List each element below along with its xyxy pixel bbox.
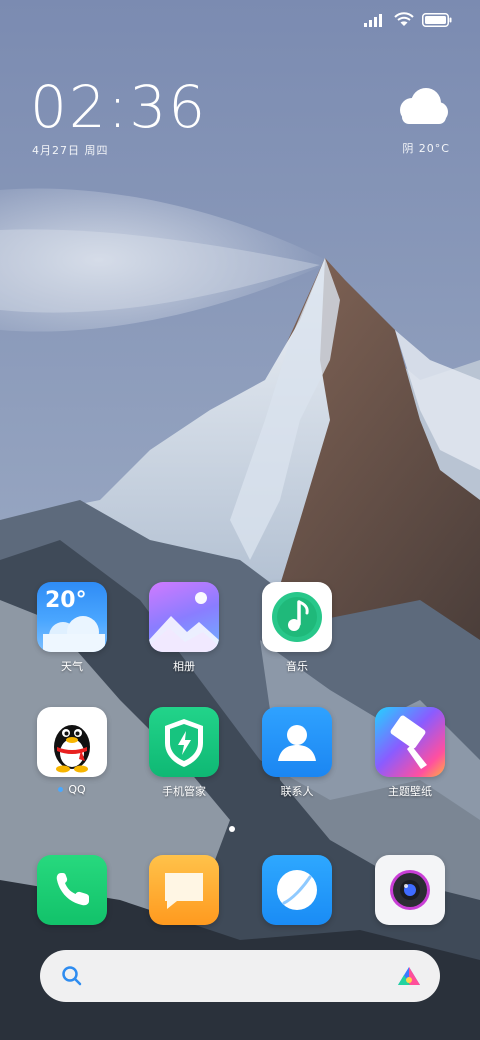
clock-date: 4月27日 周四 xyxy=(32,144,109,157)
clock-time[interactable]: 02:36 xyxy=(30,78,207,136)
status-bar xyxy=(364,10,452,32)
contacts-app[interactable]: 联系人 xyxy=(257,707,337,799)
qq-app-label: QQ xyxy=(68,783,86,796)
weather-app-label: 天气 xyxy=(61,660,83,673)
camera-app-icon xyxy=(375,855,445,925)
music-app-label: 音乐 xyxy=(286,660,308,673)
cloud-icon xyxy=(392,86,450,130)
search-bar[interactable] xyxy=(40,950,440,1002)
security-app-icon xyxy=(149,707,219,777)
themes-app-icon xyxy=(375,707,445,777)
music-app[interactable]: 音乐 xyxy=(257,582,337,674)
gallery-app-icon xyxy=(149,582,219,652)
contacts-app-label: 联系人 xyxy=(280,785,314,798)
camera-app[interactable] xyxy=(370,855,450,925)
qq-app-icon xyxy=(37,707,107,777)
notification-dot xyxy=(58,787,64,792)
weather-app[interactable]: 20° 天气 xyxy=(32,582,112,674)
assistant-icon[interactable] xyxy=(396,965,422,991)
page-indicator xyxy=(229,826,235,832)
phone-app-icon xyxy=(37,855,107,925)
weather-app-icon: 20° xyxy=(37,582,107,652)
phone-app[interactable] xyxy=(32,855,112,925)
search-icon xyxy=(60,964,84,992)
gallery-app[interactable]: 相册 xyxy=(144,582,224,674)
security-app-label: 手机管家 xyxy=(162,785,206,798)
themes-app-label: 主题壁纸 xyxy=(388,785,432,798)
wifi-icon xyxy=(394,11,414,31)
contacts-app-icon xyxy=(262,707,332,777)
signal-icon xyxy=(364,12,386,31)
music-app-icon xyxy=(262,582,332,652)
battery-icon xyxy=(422,12,452,31)
browser-app[interactable] xyxy=(257,855,337,925)
qq-app[interactable]: QQ xyxy=(32,707,112,796)
messages-app[interactable] xyxy=(144,855,224,925)
gallery-app-label: 相册 xyxy=(173,660,195,673)
messages-app-icon xyxy=(149,855,219,925)
security-app[interactable]: 手机管家 xyxy=(144,707,224,799)
weather-condition: 阴 20°C xyxy=(402,142,450,155)
browser-app-icon xyxy=(262,855,332,925)
themes-app[interactable]: 主题壁纸 xyxy=(370,707,450,799)
